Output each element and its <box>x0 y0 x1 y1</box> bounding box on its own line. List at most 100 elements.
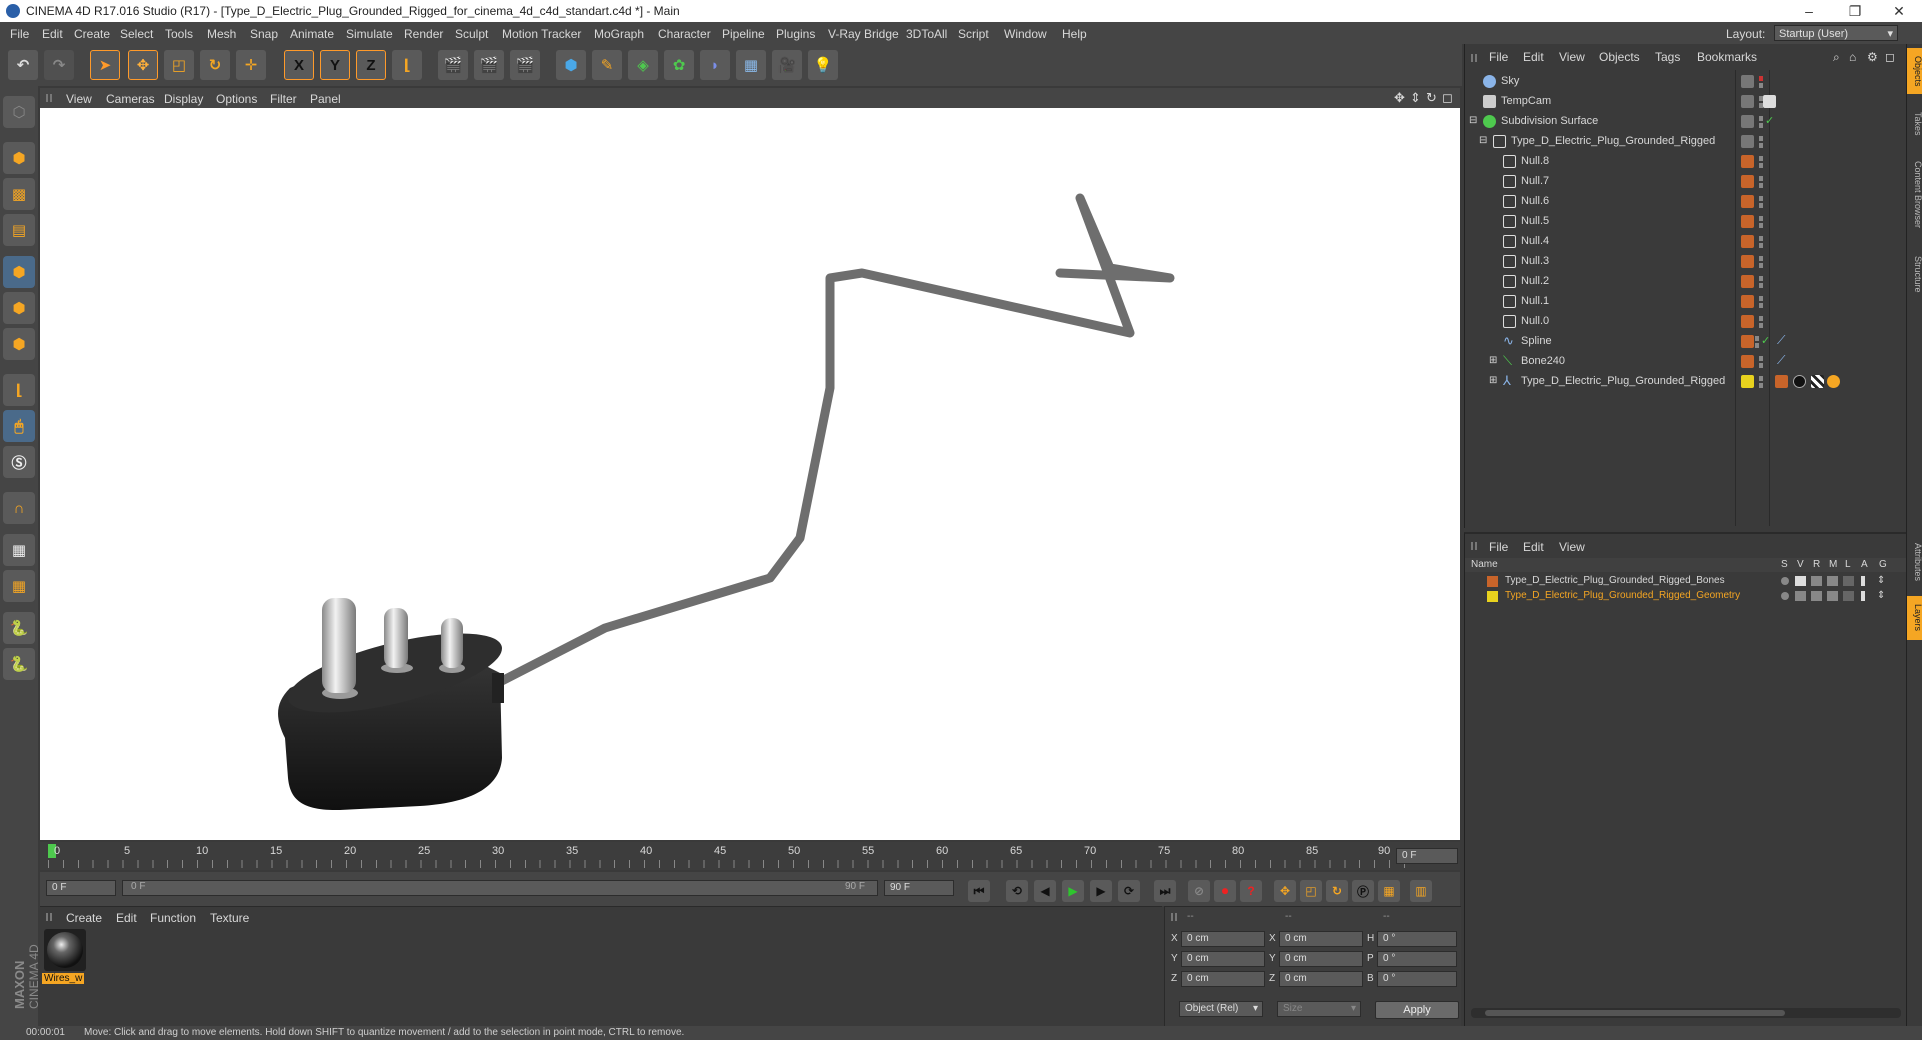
render-to-picture-viewer-button[interactable]: 🎬 <box>474 50 504 80</box>
object-row-subdivision-surface[interactable]: ⊟ Subdivision Surface ✓ <box>1465 112 1907 132</box>
objects-menu-tags[interactable]: Tags <box>1655 50 1680 64</box>
manager-toggle-icon[interactable] <box>1827 591 1838 601</box>
visibility-dots-icon[interactable] <box>1759 116 1763 128</box>
key-rotation-button[interactable]: ↻ <box>1326 880 1348 902</box>
menu-sculpt[interactable]: Sculpt <box>455 27 488 41</box>
objects-menu-edit[interactable]: Edit <box>1523 50 1544 64</box>
object-row-spline[interactable]: ∿ Spline ✓ ⟋ <box>1465 332 1907 352</box>
menu-3dtoall[interactable]: 3DToAll <box>906 27 947 41</box>
rotate-view-icon[interactable]: ↻ <box>1426 90 1437 106</box>
autokey-button[interactable]: ? <box>1240 880 1262 902</box>
tab-attributes[interactable]: Attributes <box>1907 534 1922 590</box>
viewport-menu-view[interactable]: View <box>66 92 92 106</box>
layers-menu-edit[interactable]: Edit <box>1523 540 1544 554</box>
minimize-button[interactable]: – <box>1786 0 1832 22</box>
layer-row-bones[interactable]: Type_D_Electric_Plug_Grounded_Rigged_Bon… <box>1465 574 1907 589</box>
coord-size-select[interactable]: Size ▾ <box>1277 1001 1361 1017</box>
next-frame-button[interactable]: ▶ <box>1090 880 1112 902</box>
y-axis-lock-button[interactable]: Y <box>320 50 350 80</box>
close-button[interactable]: ✕ <box>1876 0 1922 22</box>
collapse-icon[interactable]: ⊟ <box>1479 135 1487 146</box>
object-row-null-8[interactable]: Null.8 <box>1465 152 1907 172</box>
material-tag-icon[interactable] <box>1793 375 1806 388</box>
object-row-rigged-mesh[interactable]: ⊞ ⅄ Type_D_Electric_Plug_Grounded_Rigged <box>1465 372 1907 392</box>
snap-button[interactable]: ∩ <box>3 492 35 524</box>
recent-tools-button[interactable]: ✛ <box>236 50 266 80</box>
timeline-ruler[interactable]: 0 5 10 15 20 25 30 35 40 45 50 55 60 65 … <box>40 842 1460 870</box>
tab-structure[interactable]: Structure <box>1907 244 1922 304</box>
menu-plugins[interactable]: Plugins <box>776 27 815 41</box>
visibility-dots-icon[interactable] <box>1759 76 1763 88</box>
workplane-mode-button[interactable]: ▤ <box>3 214 35 246</box>
undo-button[interactable]: ↶ <box>8 50 38 80</box>
object-row-bone240[interactable]: ⊞ ⟍ Bone240 ⟋ <box>1465 352 1907 372</box>
coord-rot-b-field[interactable]: 0 ° <box>1377 971 1457 987</box>
end-frame-field[interactable]: 90 F <box>884 880 954 896</box>
render-view-button[interactable]: 🎬 <box>438 50 468 80</box>
visibility-dots-icon[interactable] <box>1759 196 1763 208</box>
layer-color-tag-icon[interactable] <box>1741 155 1754 168</box>
visibility-dots-icon[interactable] <box>1759 376 1763 388</box>
display-tag-icon[interactable] <box>1741 75 1754 88</box>
render-toggle-icon[interactable] <box>1811 591 1822 601</box>
material-thumbnail[interactable] <box>44 929 86 971</box>
tab-takes[interactable]: Takes <box>1907 104 1922 144</box>
python-script-button-1[interactable]: 🐍 <box>3 612 35 644</box>
coord-pos-z-field[interactable]: 0 cm <box>1181 971 1265 987</box>
spline-ik-tag-icon[interactable]: ⟋ <box>1777 333 1785 348</box>
ik-tag-icon[interactable]: ⟋ <box>1777 353 1785 368</box>
solo-toggle-icon[interactable] <box>1781 577 1789 585</box>
scale-tool-button[interactable]: ◰ <box>164 50 194 80</box>
motion-record-button[interactable]: ⊘ <box>1188 880 1210 902</box>
menu-script[interactable]: Script <box>958 27 989 41</box>
layer-color-swatch[interactable] <box>1487 576 1498 587</box>
key-position-button[interactable]: ✥ <box>1274 880 1296 902</box>
goto-end-button[interactable]: ⏭ <box>1154 880 1176 902</box>
axis-mode-button[interactable]: ⌊ <box>3 374 35 406</box>
solo-button[interactable]: Ⓢ <box>3 446 35 478</box>
layer-color-tag-icon[interactable] <box>1741 315 1754 328</box>
object-row-tempcam[interactable]: TempCam <box>1465 92 1907 112</box>
animation-toggle-icon[interactable] <box>1861 576 1865 586</box>
render-toggle-icon[interactable] <box>1811 576 1822 586</box>
material-menu-create[interactable]: Create <box>66 911 102 925</box>
menu-vray-bridge[interactable]: V-Ray Bridge <box>828 27 899 41</box>
viewport-menu-options[interactable]: Options <box>216 92 257 106</box>
menu-character[interactable]: Character <box>658 27 711 41</box>
tweak-mode-button[interactable]: 🖱 <box>3 410 35 442</box>
goto-next-key-button[interactable]: ⟳ <box>1118 880 1140 902</box>
record-button[interactable]: ⏺ <box>1214 880 1236 902</box>
objects-menu-view[interactable]: View <box>1559 50 1585 64</box>
animation-toggle-icon[interactable] <box>1861 591 1865 601</box>
protection-tag-icon[interactable] <box>1763 95 1776 108</box>
layer-color-swatch[interactable] <box>1487 591 1498 602</box>
layer-color-tag-icon[interactable] <box>1741 375 1754 388</box>
objects-menu-file[interactable]: File <box>1489 50 1508 64</box>
workplane-align-button[interactable]: ▦ <box>3 570 35 602</box>
texture-tag-icon[interactable] <box>1811 375 1824 388</box>
coord-size-y-field[interactable]: 0 cm <box>1279 951 1363 967</box>
collapse-icon[interactable]: ⊟ <box>1469 115 1477 126</box>
tab-content-browser[interactable]: Content Browser <box>1907 150 1922 240</box>
menu-select[interactable]: Select <box>120 27 153 41</box>
python-script-button-2[interactable]: 🐍 <box>3 648 35 680</box>
zoom-view-icon[interactable]: ⇕ <box>1410 90 1421 106</box>
3d-viewport[interactable] <box>40 108 1460 840</box>
model-mode-button[interactable]: ⬢ <box>3 142 35 174</box>
viewport-menu-panel[interactable]: Panel <box>310 92 341 106</box>
menu-render[interactable]: Render <box>404 27 443 41</box>
timeline-window-button[interactable]: ▥ <box>1410 880 1432 902</box>
coord-rot-h-field[interactable]: 0 ° <box>1377 931 1457 947</box>
material-menu-function[interactable]: Function <box>150 911 196 925</box>
menu-animate[interactable]: Animate <box>290 27 334 41</box>
key-scale-button[interactable]: ◰ <box>1300 880 1322 902</box>
viewport-menu-filter[interactable]: Filter <box>270 92 297 106</box>
menu-mesh[interactable]: Mesh <box>207 27 236 41</box>
coord-size-x-field[interactable]: 0 cm <box>1279 931 1363 947</box>
layout-select[interactable]: Startup (User) ▾ <box>1774 25 1898 41</box>
menu-tools[interactable]: Tools <box>165 27 193 41</box>
visibility-dots-icon[interactable] <box>1759 296 1763 308</box>
frame-range-slider[interactable]: 0 F 90 F <box>122 880 878 896</box>
generator-toggle-icon[interactable]: ⇕ <box>1877 590 1885 601</box>
objects-menu-bookmarks[interactable]: Bookmarks <box>1697 50 1757 64</box>
